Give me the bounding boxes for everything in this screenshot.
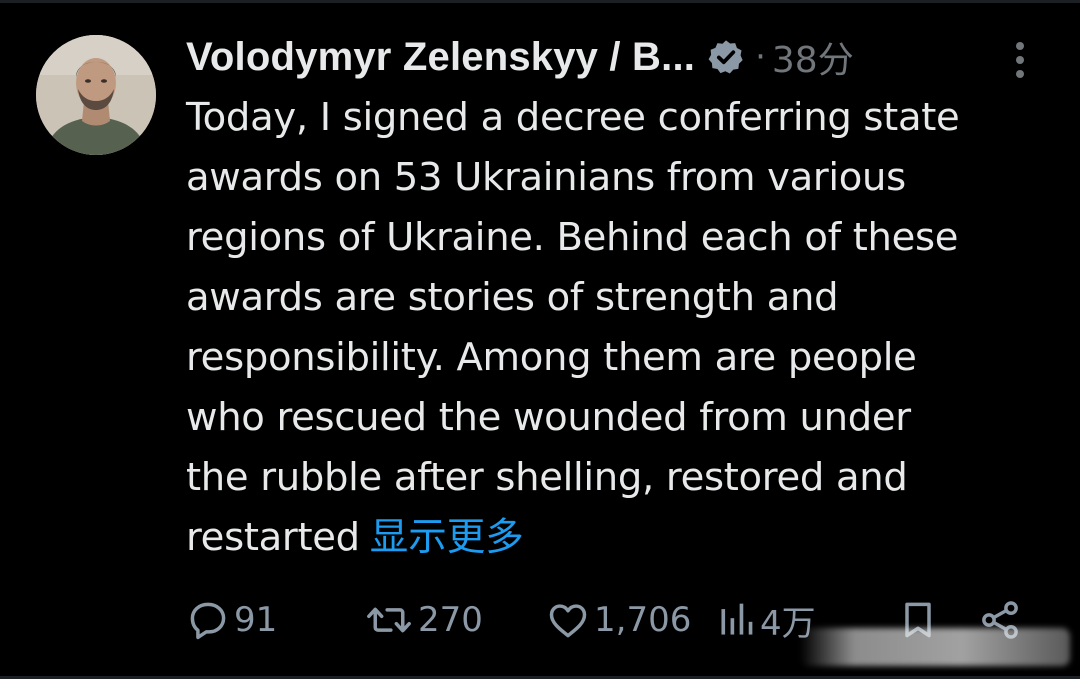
more-vertical-icon[interactable] bbox=[1000, 38, 1040, 82]
watermark bbox=[800, 628, 1070, 666]
reply-icon bbox=[190, 602, 226, 640]
post-timestamp[interactable]: 38分 bbox=[772, 31, 854, 83]
like-count: 1,706 bbox=[594, 600, 692, 640]
repost-count: 270 bbox=[418, 600, 483, 640]
avatar-portrait bbox=[36, 35, 156, 155]
post-body: Today, I signed a decree conferring stat… bbox=[186, 88, 1066, 568]
header-separator: · bbox=[755, 37, 766, 77]
verified-badge-icon bbox=[707, 38, 745, 76]
reply-button[interactable]: 91 bbox=[186, 592, 277, 648]
post-text: Today, I signed a decree conferring stat… bbox=[186, 95, 960, 560]
repost-icon bbox=[367, 607, 411, 633]
post-header: Volodymyr Zelenskyy / B... · 38分 bbox=[186, 31, 854, 83]
top-divider bbox=[0, 0, 1080, 3]
repost-button[interactable]: 270 bbox=[364, 592, 483, 648]
author-avatar[interactable] bbox=[36, 35, 156, 155]
author-name[interactable]: Volodymyr Zelenskyy / B... bbox=[186, 35, 695, 80]
reply-count: 91 bbox=[234, 600, 278, 640]
show-more-link[interactable]: 显示更多 bbox=[370, 515, 524, 560]
bar-chart-icon bbox=[721, 603, 753, 635]
heart-icon bbox=[549, 604, 587, 638]
like-button[interactable]: 1,706 bbox=[546, 592, 691, 648]
